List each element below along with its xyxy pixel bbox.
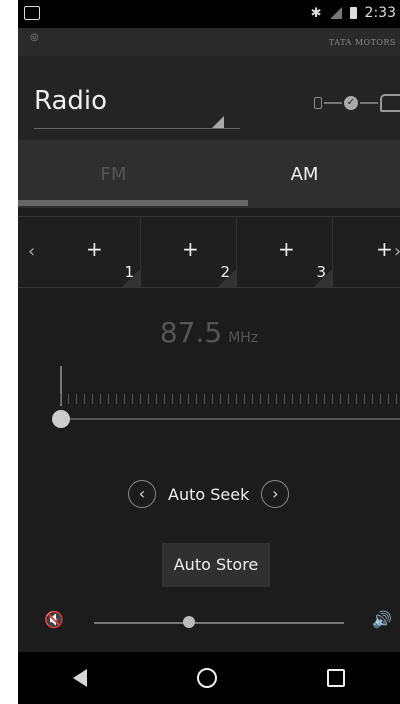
status-time: 2:33 [364, 5, 396, 21]
car-icon [380, 94, 400, 112]
tab-fm[interactable]: FM [18, 140, 209, 208]
plus-icon: + [376, 237, 393, 261]
back-icon[interactable] [73, 669, 87, 687]
volume-up-icon[interactable]: 🔊 [372, 610, 392, 629]
chevron-left-icon[interactable]: ‹ [28, 241, 35, 262]
frequency-value: 87.5 [159, 316, 223, 349]
plus-icon: + [86, 237, 103, 261]
preset-bar: ‹ + 1 + 2 + 3 + › [18, 216, 400, 288]
tab-am[interactable]: AM [209, 140, 400, 208]
tab-indicator [18, 200, 248, 206]
signal-icon [329, 7, 342, 19]
seek-next-button[interactable]: › [261, 480, 290, 508]
connection-indicator: ✓ [314, 94, 400, 112]
battery-icon [349, 7, 357, 19]
header: Radio ✓ [18, 56, 400, 140]
volume-slider-knob[interactable] [183, 616, 195, 628]
tuner-knob[interactable] [52, 410, 70, 428]
plus-icon: + [278, 237, 295, 261]
auto-store-button[interactable]: Auto Store [162, 543, 270, 587]
check-icon: ✓ [344, 96, 358, 110]
phone-screen: ✱ 2:33 ◎ TATA MOTORS Radio ✓ FM AM ‹ + 1 [18, 0, 400, 704]
dropdown-triangle-icon[interactable] [212, 116, 224, 128]
auto-seek-label: Auto Seek [168, 484, 250, 504]
seek-prev-button[interactable]: ‹ [128, 480, 156, 508]
tuner-track [60, 418, 400, 420]
plus-icon: + [182, 237, 199, 261]
tuner-ticks [60, 394, 400, 404]
frequency-unit: MHz [228, 330, 259, 346]
volume-control: 🔇 🔊 [18, 604, 400, 644]
title-underline [34, 128, 240, 129]
connection-line [360, 102, 378, 104]
connection-line [324, 102, 342, 104]
mute-icon[interactable]: 🔇 [44, 610, 64, 629]
brand-text: TATA MOTORS [328, 38, 396, 47]
preset-2[interactable]: + 2 [142, 217, 237, 287]
volume-slider-track[interactable] [94, 622, 344, 624]
phone-icon [314, 97, 322, 109]
preset-number: 2 [220, 263, 230, 281]
brand-bar: ◎ TATA MOTORS [18, 28, 400, 56]
tata-logo-icon: ◎ [30, 32, 39, 43]
preset-1[interactable]: + 1 [46, 217, 141, 287]
page-title[interactable]: Radio [34, 86, 107, 116]
recent-apps-icon[interactable] [327, 669, 345, 687]
status-bar: ✱ 2:33 [18, 0, 400, 28]
android-nav-bar [18, 652, 400, 704]
preset-number: 1 [124, 263, 134, 281]
tuner-scale[interactable] [38, 366, 400, 436]
bluetooth-icon: ✱ [310, 5, 322, 21]
frequency-display: 87.5 MHz [18, 316, 400, 349]
chevron-right-icon[interactable]: › [394, 241, 400, 262]
preset-4[interactable]: + [334, 217, 400, 287]
home-icon[interactable] [197, 668, 217, 688]
auto-seek-control: ‹ Auto Seek › [128, 480, 290, 508]
band-tabs: FM AM [18, 140, 400, 208]
notification-icon [24, 6, 40, 20]
preset-number: 3 [316, 263, 326, 281]
preset-3[interactable]: + 3 [238, 217, 333, 287]
